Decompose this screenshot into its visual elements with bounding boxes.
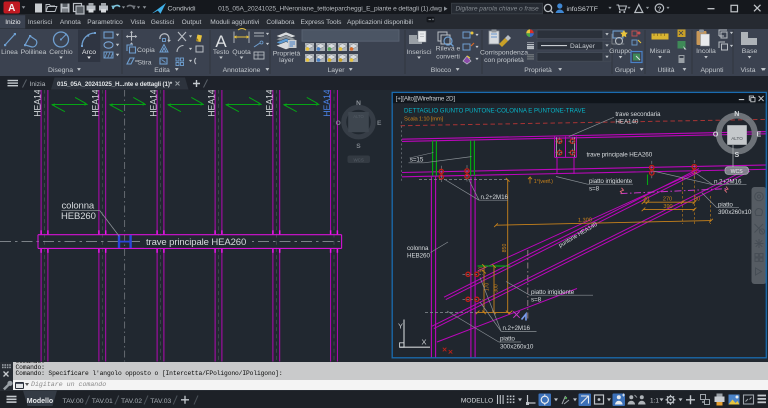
svg-text:converti: converti [436,54,460,61]
svg-text:Quota: Quota [232,49,251,56]
svg-text:Applicazioni disponibili: Applicazioni disponibili [347,19,414,26]
svg-text:Base: Base [742,48,758,55]
svg-text:Express Tools: Express Tools [301,19,343,26]
svg-text:?: ? [657,6,661,13]
svg-text:015_05A_20241025_HNeroniane_te: 015_05A_20241025_HNeroniane_tettoieparch… [218,5,442,12]
svg-text:TAV.00: TAV.00 [62,398,83,405]
svg-text:MODELLO: MODELLO [461,398,493,405]
svg-text:1:1: 1:1 [650,398,659,405]
svg-text:Polilinea: Polilinea [21,49,47,56]
svg-text:Corrispondenza: Corrispondenza [480,50,528,57]
svg-text:Disegna: Disegna [48,67,73,74]
svg-text:Inserisci: Inserisci [28,19,53,26]
svg-text:TAV.01: TAV.01 [92,398,113,405]
svg-text:Modello: Modello [27,398,53,405]
svg-text:Blocco: Blocco [431,67,452,74]
svg-text:Output: Output [182,19,202,26]
svg-text:Gestisci: Gestisci [151,19,175,26]
svg-text:Rileva e: Rileva e [436,46,461,53]
svg-text:Copia: Copia [137,47,155,54]
svg-text:Arco: Arco [82,49,96,56]
svg-text:Collabora: Collabora [266,19,295,26]
svg-text:Digitare parola chiave o frase: Digitare parola chiave o frase [456,6,540,13]
svg-text:Cerchio: Cerchio [49,49,73,56]
svg-text:TAV.03: TAV.03 [150,398,171,405]
svg-text:TAV.02: TAV.02 [121,398,142,405]
svg-text:Annota: Annota [60,19,81,26]
svg-text:Gruppi: Gruppi [615,67,636,74]
svg-text:Annotazione: Annotazione [223,67,261,74]
svg-text:Layer: Layer [327,67,345,74]
svg-text:Incolla: Incolla [696,48,716,55]
svg-text:DaLayer: DaLayer [570,43,596,50]
svg-text:layer: layer [279,57,294,64]
svg-text:015_05A_20241025_H...nte e det: 015_05A_20241025_H...nte e dettagli (1)* [57,81,173,88]
svg-text:A: A [8,3,15,14]
svg-text:Testo: Testo [213,49,229,56]
svg-text:Condividi: Condividi [168,6,196,13]
svg-text:Misura: Misura [650,48,671,55]
svg-text:Vista: Vista [131,19,146,26]
svg-text:Edita: Edita [154,67,170,74]
svg-text:Parametrico: Parametrico [87,19,123,26]
svg-text:Gruppo: Gruppo [609,48,632,55]
svg-text:Linea: Linea [1,49,18,56]
svg-text:Utilità: Utilità [658,67,675,74]
svg-text:Inizio: Inizio [5,19,21,26]
svg-text:con proprietà: con proprietà [484,57,524,64]
svg-text:Appunti: Appunti [700,67,724,74]
svg-text:Vista: Vista [741,67,756,74]
svg-text:Inserisci: Inserisci [407,49,432,56]
svg-text:infoS67TF: infoS67TF [567,6,598,13]
svg-text:Moduli aggiuntivi: Moduli aggiuntivi [210,19,260,26]
svg-text:Stira: Stira [138,60,152,67]
svg-text:Proprietà: Proprietà [524,67,552,74]
svg-text:Inizia: Inizia [30,81,46,88]
